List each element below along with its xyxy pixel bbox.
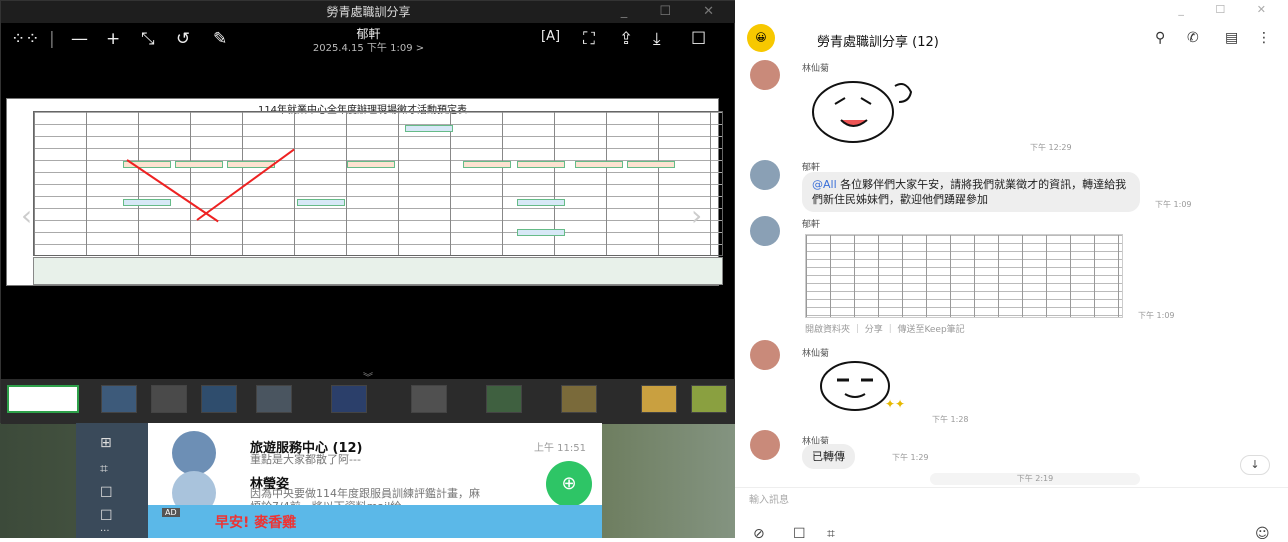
table-cell — [123, 199, 171, 206]
chat-window-controls[interactable]: _ ☐ ✕ — [1178, 3, 1280, 16]
venue-info-row — [33, 257, 723, 285]
avatar[interactable] — [750, 216, 780, 246]
viewer-window-controls[interactable]: _ ☐ ✕ — [621, 1, 728, 23]
table-cell — [347, 161, 395, 168]
avatar[interactable] — [750, 340, 780, 370]
table-cell — [463, 161, 511, 168]
table-cell — [517, 229, 565, 236]
avatar — [172, 431, 216, 475]
group-icon[interactable]: 😀 — [747, 24, 775, 52]
more-icon[interactable]: ⋮ — [1257, 30, 1271, 46]
notification-icon[interactable]: ☐ — [100, 508, 113, 524]
message-time: 下午 1:28 — [932, 415, 969, 424]
bookmark-icon[interactable]: ☐ — [691, 29, 706, 49]
chat-time: 上午 11:51 — [534, 443, 586, 454]
text-recognize-icon[interactable]: [A] — [541, 29, 560, 44]
crop-icon[interactable]: ⌗ — [100, 461, 108, 477]
thumbnail[interactable] — [561, 385, 597, 413]
chat-list-item[interactable]: 旅遊服務中心 (12) 重點是大家都散了阿--- 上午 11:51 — [148, 429, 602, 475]
thumbnail[interactable] — [331, 385, 367, 413]
search-icon[interactable]: ⚲ — [1155, 30, 1165, 46]
notes-icon[interactable]: ▤ — [1225, 30, 1238, 46]
message-time: 下午 12:29 — [1030, 143, 1072, 152]
message-input[interactable]: 輸入訊息 — [749, 491, 789, 506]
scan-icon[interactable]: ⛶ — [583, 29, 595, 49]
new-chat-button[interactable]: ⊕ — [546, 461, 592, 507]
message-time: 下午 1:29 — [892, 453, 929, 462]
shared-image[interactable] — [805, 234, 1123, 318]
chat-window: _ ☐ ✕ 😀 勞青處職訓分享 (12) ⚲ ✆ ▤ ⋮ 林仙菊 下午 12:2… — [735, 0, 1288, 542]
time-banner: 下午 2:19 — [930, 473, 1140, 485]
table-cell — [517, 199, 565, 206]
chat-title-bar[interactable]: _ ☐ ✕ — [735, 0, 1288, 20]
thumbnail[interactable] — [201, 385, 237, 413]
bookmark-icon[interactable]: ☐ — [793, 526, 806, 542]
prev-image-arrow[interactable]: ‹ — [21, 199, 45, 232]
chat-header: 😀 勞青處職訓分享 (12) ⚲ ✆ ▤ ⋮ — [735, 20, 1288, 56]
sender-name: 郁軒 — [802, 220, 821, 230]
table-cell — [405, 125, 453, 132]
line-sidebar: ⊞ ⌗ ☐ ☐ ··· — [76, 423, 148, 538]
sticker-image: ✦✦ — [820, 361, 905, 411]
message-time: 下午 1:09 — [1138, 311, 1175, 320]
thumbnail[interactable] — [691, 385, 727, 413]
message-text: 各位夥伴們大家午安，請將我們就業徵才的資訊，轉達給我們新住民姊妹們，歡迎他們踴躍… — [812, 178, 1127, 206]
emoji-icon[interactable]: ☺ — [1255, 526, 1270, 542]
group-name[interactable]: 勞青處職訓分享 (12) — [817, 31, 939, 50]
scroll-down-button[interactable]: ↓ — [1240, 455, 1270, 475]
image-viewer-window: 勞青處職訓分享 _ ☐ ✕ ⁘⁘ | — + ⤡ ↺ ✎ 郁軒 2025.4.1… — [0, 0, 736, 424]
schedule-table — [33, 111, 723, 256]
ad-label: AD — [162, 508, 180, 517]
thumbnail[interactable] — [151, 385, 187, 413]
table-cell — [175, 161, 223, 168]
attach-icon[interactable]: ⊘ — [753, 526, 765, 542]
viewer-window-title: 勞青處職訓分享 — [326, 5, 411, 19]
download-icon[interactable]: ⤓ — [653, 29, 661, 49]
message-input-bar: 輸入訊息 ⊘ ☐ ⌗ ☺ — [735, 487, 1288, 542]
table-cell — [627, 161, 675, 168]
avatar[interactable] — [750, 60, 780, 90]
share-icon[interactable]: ⇪ — [619, 29, 633, 49]
call-icon[interactable]: ✆ — [1187, 30, 1199, 46]
thumbnail[interactable] — [256, 385, 292, 413]
thumbnail-selected[interactable] — [7, 385, 79, 413]
sticker-image — [812, 81, 913, 143]
avatar[interactable] — [750, 160, 780, 190]
chat-preview: 重點是大家都散了阿--- — [250, 453, 361, 466]
sender-name: 林仙菊 — [802, 64, 830, 74]
add-friend-icon[interactable]: ⊞ — [100, 435, 112, 451]
message-time: 下午 1:09 — [1155, 200, 1192, 209]
message-bubble[interactable]: 已轉傳 — [802, 444, 855, 469]
viewer-title-bar[interactable]: 勞青處職訓分享 _ ☐ ✕ — [1, 1, 736, 23]
table-cell — [517, 161, 565, 168]
more-icon[interactable]: ··· — [100, 526, 110, 537]
table-cell — [297, 199, 345, 206]
ad-text: 早安! 麥香雞 — [215, 515, 297, 531]
thumbnail[interactable] — [411, 385, 447, 413]
thumbnail-strip — [1, 379, 736, 424]
image-actions[interactable]: 開啟資料夾 ｜ 分享 ｜ 傳送至Keep筆記 — [805, 322, 965, 335]
table-cell — [575, 161, 623, 168]
mention[interactable]: @All — [812, 178, 837, 191]
thumbnail[interactable] — [486, 385, 522, 413]
viewer-toolbar: ⁘⁘ | — + ⤡ ↺ ✎ 郁軒 2025.4.15 下午 1:09 > [A… — [1, 23, 736, 57]
svg-text:✦✦: ✦✦ — [885, 397, 905, 411]
next-image-arrow[interactable]: › — [691, 199, 715, 232]
thumbnail[interactable] — [101, 385, 137, 413]
crop-icon[interactable]: ⌗ — [827, 526, 835, 542]
keep-icon[interactable]: ☐ — [100, 485, 113, 501]
message-bubble[interactable]: @All 各位夥伴們大家午安，請將我們就業徵才的資訊，轉達給我們新住民姊妹們，歡… — [802, 172, 1140, 212]
document-image: 114年就業中心全年度辦理現場徵才活動預定表 — [6, 98, 723, 286]
thumbnail[interactable] — [641, 385, 677, 413]
avatar[interactable] — [750, 430, 780, 460]
